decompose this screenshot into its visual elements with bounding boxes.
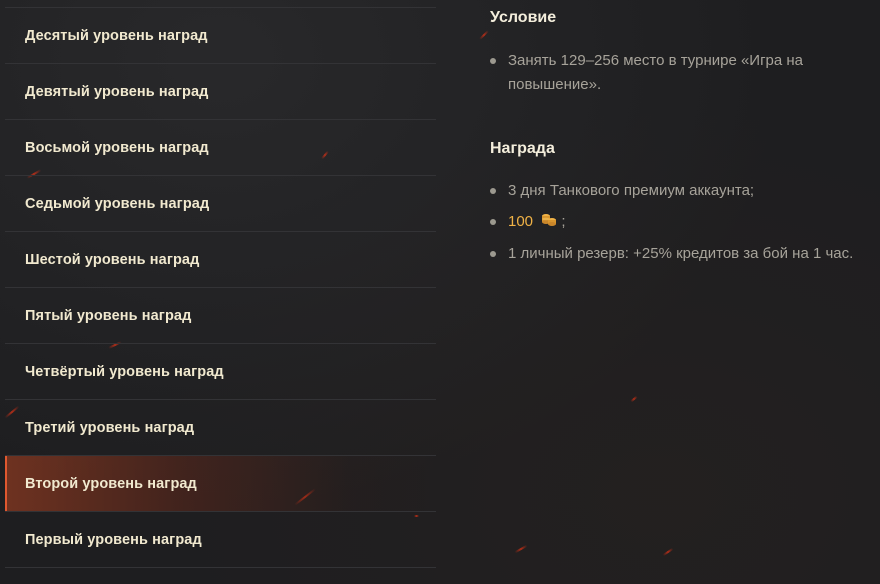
gold-amount: 100 xyxy=(508,213,534,230)
reward-level-10[interactable]: Десятый уровень наград xyxy=(5,8,436,64)
reward-level-1[interactable]: Первый уровень наград xyxy=(5,512,436,568)
reward-level-label: Пятый уровень наград xyxy=(25,307,192,324)
reward-level-label: Шестой уровень наград xyxy=(25,251,200,268)
reward-level-9[interactable]: Девятый уровень наград xyxy=(5,64,436,120)
reward-level-label: Четвёртый уровень наград xyxy=(25,363,224,380)
condition-text: Занять 129–256 место в турнире «Игра на … xyxy=(508,52,804,93)
reward-level-label: Девятый уровень наград xyxy=(25,83,209,100)
reward-level-2-active[interactable]: Второй уровень наград xyxy=(5,456,436,512)
reward-title: Награда xyxy=(490,140,555,157)
reward-level-3[interactable]: Третий уровень наград xyxy=(5,400,436,456)
reward-level-6[interactable]: Шестой уровень наград xyxy=(5,232,436,288)
reward-item-gold: 100 ; xyxy=(490,210,880,235)
condition-list: Занять 129–256 место в турнире «Игра на … xyxy=(490,49,880,97)
reward-level-8[interactable]: Восьмой уровень наград xyxy=(5,120,436,176)
reward-level-5[interactable]: Пятый уровень наград xyxy=(5,288,436,344)
gold-suffix: ; xyxy=(561,213,566,230)
bullet-icon xyxy=(490,251,496,257)
reward-level-list: Десятый уровень наград Девятый уровень н… xyxy=(5,7,436,568)
reward-reserve-text: 1 личный резерв: +25% кредитов за бой на… xyxy=(508,245,854,262)
condition-item: Занять 129–256 место в турнире «Игра на … xyxy=(490,49,880,97)
bullet-icon xyxy=(490,188,496,194)
reward-level-label: Восьмой уровень наград xyxy=(25,139,209,156)
gold-coins-icon xyxy=(541,211,557,235)
reward-list: 3 дня Танкового премиум аккаунта; 100 ; xyxy=(490,179,880,266)
reward-level-label: Десятый уровень наград xyxy=(25,27,208,44)
bullet-icon xyxy=(490,219,496,225)
reward-level-label: Третий уровень наград xyxy=(25,419,195,436)
reward-item-premium: 3 дня Танкового премиум аккаунта; xyxy=(490,179,880,203)
reward-level-label: Седьмой уровень наград xyxy=(25,195,210,212)
reward-level-7[interactable]: Седьмой уровень наград xyxy=(5,176,436,232)
reward-level-4[interactable]: Четвёртый уровень наград xyxy=(5,344,436,400)
reward-level-label: Второй уровень наград xyxy=(25,475,197,492)
bullet-icon xyxy=(490,58,496,64)
reward-premium-text: 3 дня Танкового премиум аккаунта; xyxy=(508,182,755,199)
condition-title: Условие xyxy=(490,9,557,26)
reward-item-reserve: 1 личный резерв: +25% кредитов за бой на… xyxy=(490,242,880,266)
reward-level-label: Первый уровень наград xyxy=(25,531,202,548)
